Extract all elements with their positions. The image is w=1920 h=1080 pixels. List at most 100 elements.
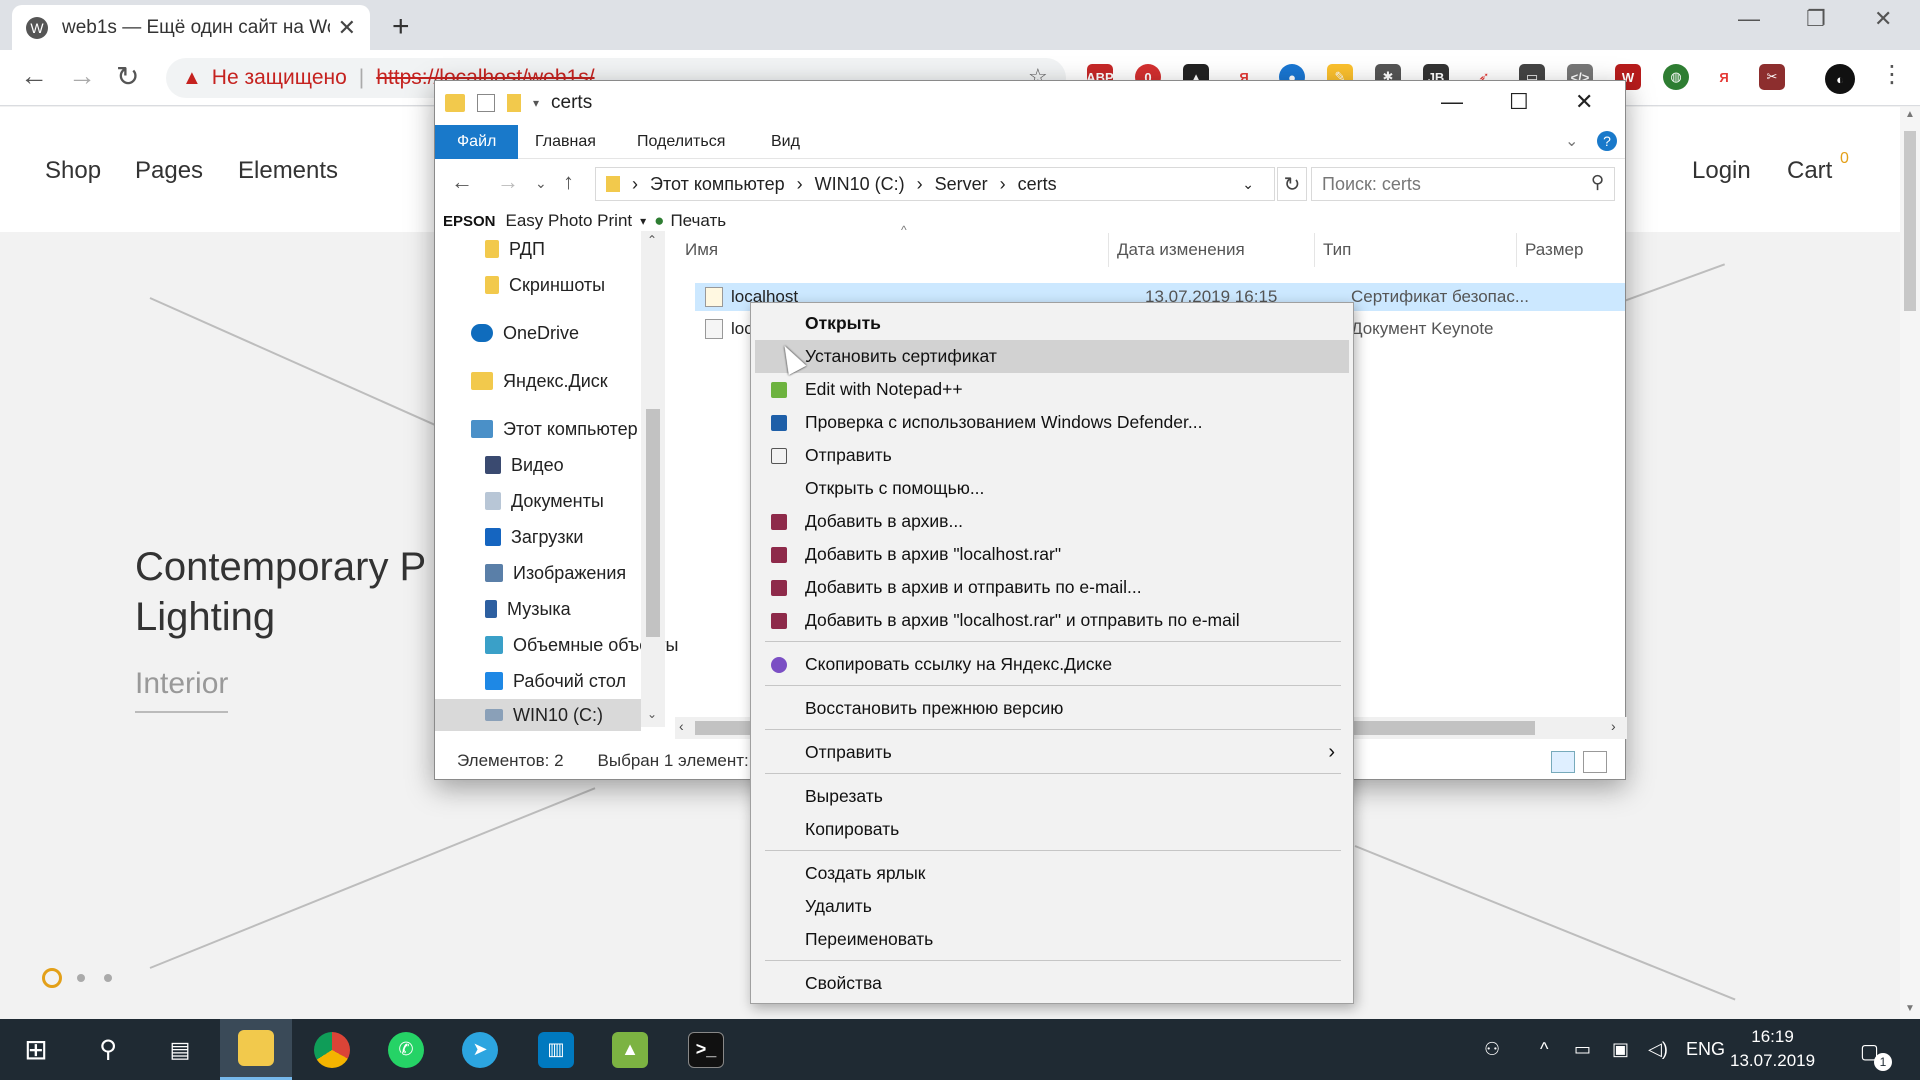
details-view-icon[interactable] (1551, 751, 1575, 773)
reload-icon[interactable]: ↻ (116, 60, 139, 93)
menu-yandex-link[interactable]: Скопировать ссылку на Яндекс.Диске (755, 648, 1349, 681)
pdf-icon[interactable]: ✂ (1759, 64, 1785, 90)
nav-elements[interactable]: Elements (238, 157, 338, 185)
minimize-icon[interactable]: — (1738, 6, 1760, 32)
start-icon[interactable]: ⊞ (0, 1019, 72, 1080)
tree-scroll-thumb[interactable] (646, 409, 660, 637)
scroll-down-icon[interactable]: ▼ (1905, 1003, 1915, 1014)
whatsapp-taskbar-icon[interactable]: ✆ (370, 1019, 442, 1080)
menu-copy[interactable]: Копировать (755, 813, 1349, 846)
tree-item-onedrive[interactable]: OneDrive (471, 319, 579, 347)
column-name[interactable]: Имя (677, 233, 1109, 267)
explorer-minimize-icon[interactable]: — (1441, 89, 1463, 115)
forward-icon[interactable]: → (68, 60, 96, 92)
new-tab-button[interactable]: + (392, 10, 410, 44)
hero-subtitle[interactable]: Interior (135, 667, 229, 713)
tree-item-music[interactable]: Музыка (485, 595, 571, 623)
tab-file[interactable]: Файл (435, 125, 519, 159)
menu-restore-previous[interactable]: Восстановить прежнюю версию (755, 692, 1349, 725)
properties-quick-icon[interactable] (477, 94, 495, 112)
image-app-taskbar-icon[interactable]: ▲ (594, 1019, 666, 1080)
page-scrollbar[interactable]: ▲ ▼ (1900, 107, 1920, 1019)
chrome-taskbar-icon[interactable] (296, 1019, 368, 1080)
up-folder-icon[interactable]: ↑ (563, 169, 574, 195)
tree-item-this-pc[interactable]: Этот компьютер (471, 415, 638, 443)
explorer-maximize-icon[interactable]: ☐ (1509, 89, 1529, 115)
nav-pages[interactable]: Pages (135, 157, 203, 185)
column-size[interactable]: Размер (1517, 233, 1625, 267)
tree-scrollbar[interactable]: ⌃ ⌄ (641, 231, 665, 727)
tree-item-documents[interactable]: Документы (485, 487, 604, 515)
slider-dot-active[interactable] (42, 968, 62, 988)
breadcrumb-server[interactable]: Server (935, 174, 988, 195)
column-date[interactable]: Дата изменения (1109, 233, 1315, 267)
tab-view[interactable]: Вид (749, 125, 822, 159)
address-dropdown-icon[interactable]: ⌄ (1242, 176, 1254, 193)
tree-item-downloads[interactable]: Загрузки (485, 523, 583, 551)
breadcrumb-this-pc[interactable]: Этот компьютер (650, 174, 785, 195)
browser-tab[interactable]: W web1s — Ещё один сайт на WordPress ✕ (12, 5, 370, 50)
search-taskbar-icon[interactable]: ⚲ (72, 1019, 144, 1080)
menu-share[interactable]: Отправить (755, 439, 1349, 472)
menu-send-to[interactable]: Отправить › (755, 736, 1349, 769)
clock[interactable]: 16:19 13.07.2019 (1730, 1025, 1815, 1073)
tree-item-video[interactable]: Видео (485, 451, 564, 479)
telegram-taskbar-icon[interactable]: ➤ (444, 1019, 516, 1080)
network-icon[interactable]: ▣ (1612, 1039, 1629, 1060)
tree-item-yandex-disk[interactable]: Яндекс.Диск (471, 367, 608, 395)
explorer-forward-icon[interactable]: → (497, 169, 519, 195)
explorer-address-bar[interactable]: › Этот компьютер › WIN10 (C:) › Server ›… (595, 167, 1275, 201)
yandex-2-icon[interactable]: Я (1711, 64, 1737, 90)
tree-item-drive-c[interactable]: WIN10 (C:) (435, 699, 641, 731)
new-folder-quick-icon[interactable] (507, 94, 521, 112)
menu-add-to-archive[interactable]: Добавить в архив... (755, 505, 1349, 538)
task-view-icon[interactable]: ▤ (144, 1019, 216, 1080)
restore-icon[interactable]: ❐ (1806, 6, 1826, 32)
menu-cut[interactable]: Вырезать (755, 780, 1349, 813)
slider-dot[interactable] (77, 974, 85, 982)
slider-dot[interactable] (104, 974, 112, 982)
menu-open[interactable]: Открыть (755, 307, 1349, 340)
menu-install-certificate[interactable]: Установить сертификат (755, 340, 1349, 373)
scroll-left-icon[interactable]: ‹ (679, 718, 684, 734)
menu-properties[interactable]: Свойства (755, 967, 1349, 1000)
globe-ext-icon[interactable]: ◍ (1663, 64, 1689, 90)
language-indicator[interactable]: ENG (1686, 1039, 1725, 1060)
breadcrumb-certs[interactable]: certs (1018, 174, 1057, 195)
ribbon-expand-icon[interactable]: ⌄ (1565, 131, 1578, 151)
menu-rar-email[interactable]: Добавить в архив "localhost.rar" и отпра… (755, 604, 1349, 637)
nav-cart[interactable]: Cart (1787, 157, 1832, 185)
nav-login[interactable]: Login (1692, 157, 1751, 185)
close-window-icon[interactable]: ✕ (1874, 6, 1892, 32)
battery-icon[interactable]: ▭ (1574, 1039, 1591, 1060)
tree-item[interactable]: Скриншоты (485, 271, 605, 299)
explorer-back-icon[interactable]: ← (451, 169, 473, 195)
recent-locations-icon[interactable]: ⌄ (535, 175, 547, 192)
breadcrumb-drive[interactable]: WIN10 (C:) (815, 174, 905, 195)
tree-scroll-up-icon[interactable]: ⌃ (647, 233, 657, 247)
menu-rename[interactable]: Переименовать (755, 923, 1349, 956)
volume-icon[interactable]: ◁) (1648, 1039, 1668, 1060)
menu-edit-notepadpp[interactable]: Edit with Notepad++ (755, 373, 1349, 406)
explorer-close-icon[interactable]: ✕ (1575, 89, 1593, 115)
tree-item-desktop[interactable]: Рабочий стол (485, 667, 626, 695)
menu-delete[interactable]: Удалить (755, 890, 1349, 923)
search-icon[interactable]: ⚲ (1591, 172, 1604, 193)
menu-defender-scan[interactable]: Проверка с использованием Windows Defend… (755, 406, 1349, 439)
help-icon[interactable]: ? (1597, 131, 1617, 151)
trello-taskbar-icon[interactable]: ▥ (520, 1019, 592, 1080)
explorer-refresh-icon[interactable]: ↻ (1277, 167, 1307, 201)
explorer-search-input[interactable]: Поиск: certs ⚲ (1311, 167, 1615, 201)
explorer-taskbar-icon[interactable] (220, 1019, 292, 1080)
tab-share[interactable]: Поделиться (615, 125, 747, 159)
tray-expand-icon[interactable]: ^ (1540, 1039, 1548, 1060)
column-type[interactable]: Тип (1315, 233, 1517, 267)
epson-app-label[interactable]: Easy Photo Print (506, 211, 633, 231)
tree-item-pictures[interactable]: Изображения (485, 559, 626, 587)
people-icon[interactable]: ⚇ (1484, 1039, 1500, 1060)
menu-create-shortcut[interactable]: Создать ярлык (755, 857, 1349, 890)
menu-open-with[interactable]: Открыть с помощью... (755, 472, 1349, 505)
terminal-taskbar-icon[interactable]: >_ (670, 1019, 742, 1080)
chrome-menu-icon[interactable]: ⋮ (1880, 60, 1904, 89)
tree-scroll-down-icon[interactable]: ⌄ (647, 707, 657, 721)
